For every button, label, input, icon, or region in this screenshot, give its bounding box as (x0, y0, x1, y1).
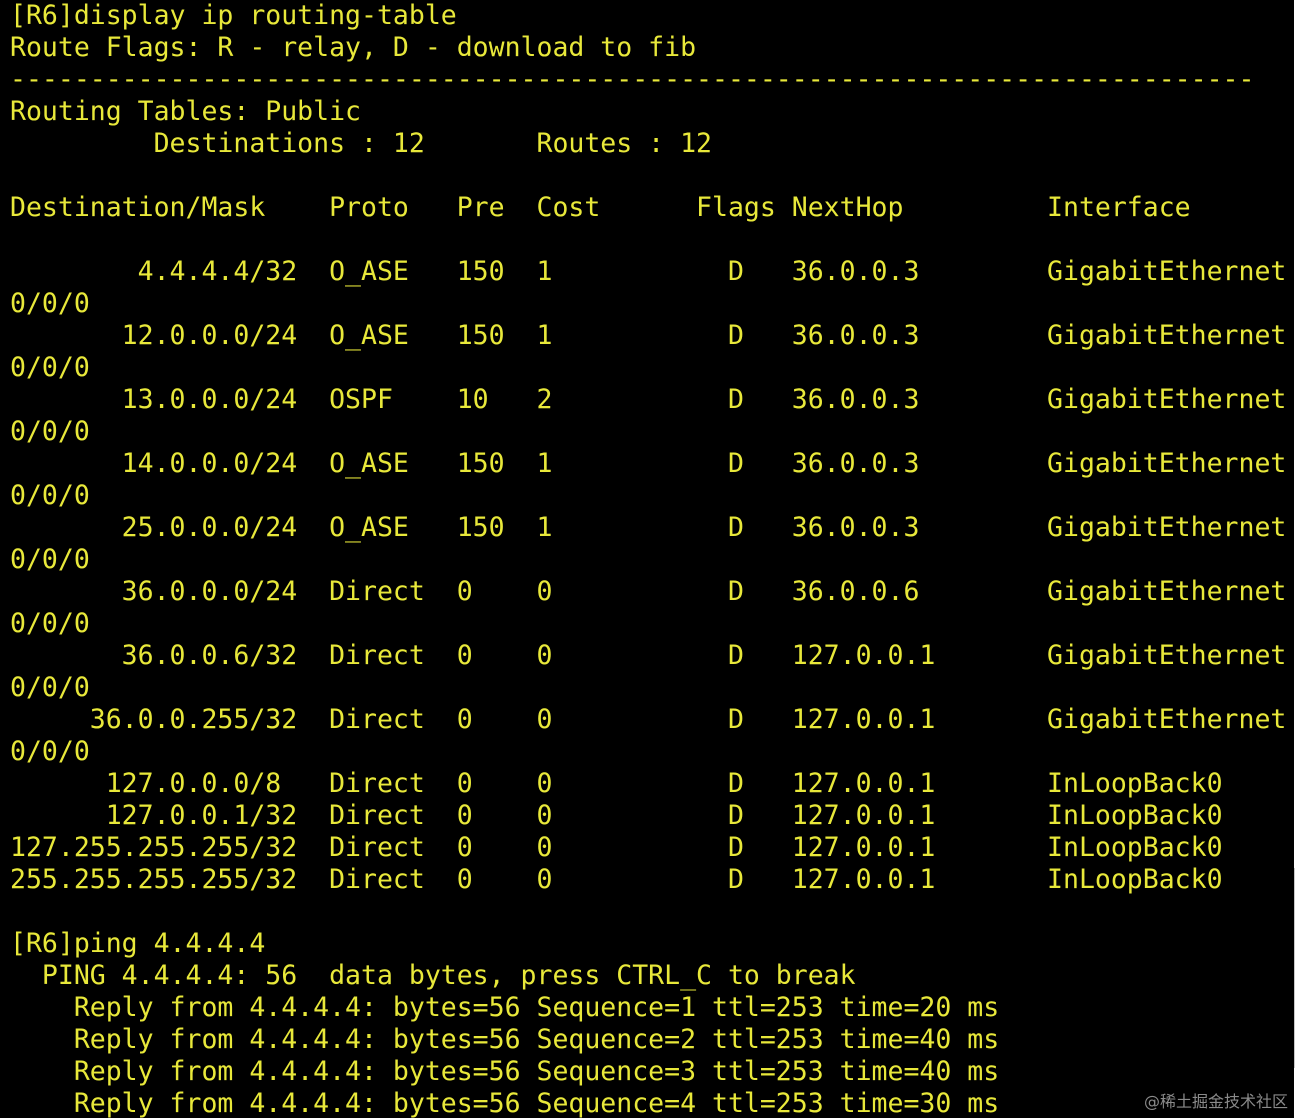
terminal-line: 0/0/0 (10, 544, 90, 575)
terminal-window[interactable]: [R6]display ip routing-table Route Flags:… (0, 0, 1294, 1118)
terminal-line: 36.0.0.6/32 Direct 0 0 D 127.0.0.1 Gigab… (10, 640, 1287, 671)
terminal-line: 0/0/0 (10, 288, 90, 319)
terminal-line: 0/0/0 (10, 352, 90, 383)
terminal-line: 0/0/0 (10, 416, 90, 447)
terminal-output: [R6]display ip routing-table Route Flags:… (10, 0, 1286, 1118)
terminal-line: [R6]ping 4.4.4.4 (10, 928, 266, 959)
terminal-line: 127.0.0.0/8 Direct 0 0 D 127.0.0.1 InLoo… (10, 768, 1223, 799)
terminal-line: 13.0.0.0/24 OSPF 10 2 D 36.0.0.3 Gigabit… (10, 384, 1287, 415)
terminal-line: 25.0.0.0/24 O_ASE 150 1 D 36.0.0.3 Gigab… (10, 512, 1287, 543)
terminal-line: 0/0/0 (10, 608, 90, 639)
terminal-line: Routing Tables: Public (10, 96, 361, 127)
terminal-line: Reply from 4.4.4.4: bytes=56 Sequence=2 … (10, 1024, 1000, 1055)
terminal-line: PING 4.4.4.4: 56 data bytes, press CTRL_… (10, 960, 856, 991)
terminal-line: Reply from 4.4.4.4: bytes=56 Sequence=4 … (10, 1088, 1000, 1118)
terminal-line: Destinations : 12 Routes : 12 (10, 128, 712, 159)
terminal-line: 36.0.0.255/32 Direct 0 0 D 127.0.0.1 Gig… (10, 704, 1287, 735)
terminal-line: Route Flags: R - relay, D - download to … (10, 32, 697, 63)
terminal-line: 255.255.255.255/32 Direct 0 0 D 127.0.0.… (10, 864, 1223, 895)
terminal-line: 0/0/0 (10, 736, 90, 767)
terminal-line: 4.4.4.4/32 O_ASE 150 1 D 36.0.0.3 Gigabi… (10, 256, 1287, 287)
terminal-line: 14.0.0.0/24 O_ASE 150 1 D 36.0.0.3 Gigab… (10, 448, 1287, 479)
terminal-line: Destination/Mask Proto Pre Cost Flags Ne… (10, 192, 1191, 223)
terminal-line: 0/0/0 (10, 480, 90, 511)
terminal-line: 127.255.255.255/32 Direct 0 0 D 127.0.0.… (10, 832, 1223, 863)
terminal-line: ----------------------------------------… (10, 64, 1255, 95)
watermark: @稀土掘金技术社区 (1143, 1092, 1288, 1111)
terminal-line: Reply from 4.4.4.4: bytes=56 Sequence=1 … (10, 992, 1000, 1023)
terminal-line: 12.0.0.0/24 O_ASE 150 1 D 36.0.0.3 Gigab… (10, 320, 1287, 351)
terminal-line: 127.0.0.1/32 Direct 0 0 D 127.0.0.1 InLo… (10, 800, 1223, 831)
terminal-line: Reply from 4.4.4.4: bytes=56 Sequence=3 … (10, 1056, 1000, 1087)
terminal-line: [R6]display ip routing-table (10, 0, 457, 31)
terminal-line: 36.0.0.0/24 Direct 0 0 D 36.0.0.6 Gigabi… (10, 576, 1287, 607)
terminal-line: 0/0/0 (10, 672, 90, 703)
window-edge-line (1294, 868, 1295, 1068)
